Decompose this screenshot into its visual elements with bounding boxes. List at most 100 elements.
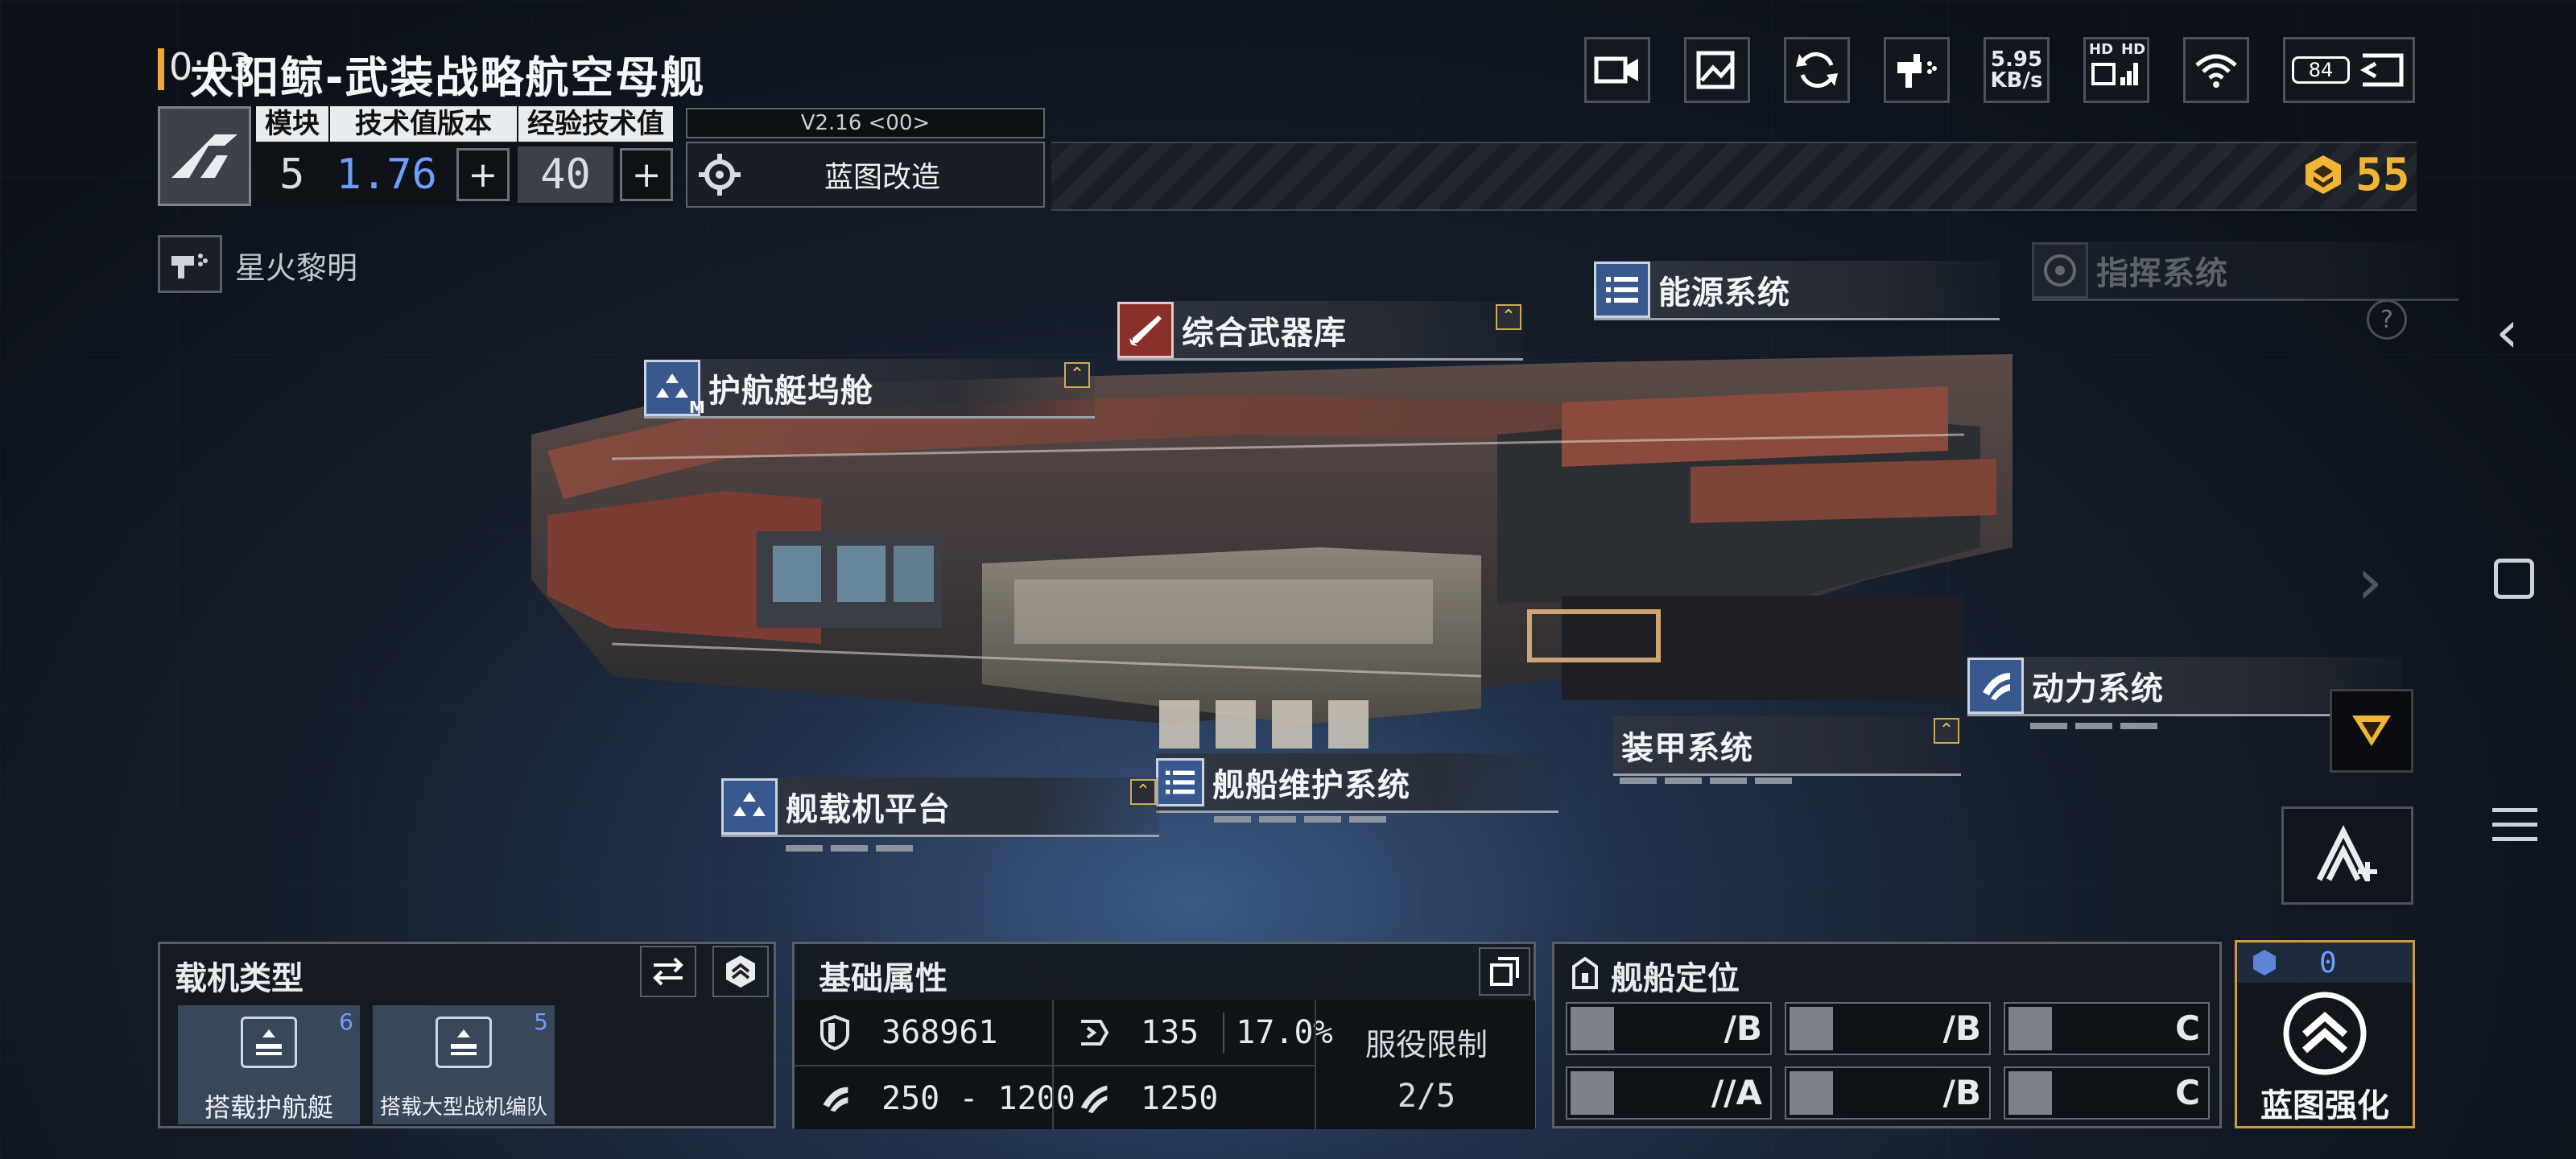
position-grid: /B /B C //A /B C bbox=[1566, 1002, 2210, 1123]
exit-icon bbox=[2359, 53, 2404, 87]
wifi-icon bbox=[2195, 54, 2237, 88]
triangle-down-icon bbox=[2352, 716, 2391, 746]
rating-anti-frigate[interactable]: C bbox=[2004, 1002, 2210, 1055]
enhance-label: 蓝图强化 bbox=[2260, 1087, 2389, 1124]
signal-indicator: HD HD bbox=[2083, 37, 2149, 103]
module-carrier-platform[interactable]: 舰载机平台 bbox=[721, 777, 1159, 837]
armor-system-upgrade-icon: ⌃ bbox=[1934, 718, 1959, 744]
gallery-button[interactable] bbox=[1684, 37, 1750, 103]
anti-capital-icon bbox=[1571, 1071, 1614, 1115]
power-system-slots bbox=[2030, 723, 2157, 729]
blueprint-enhance-button[interactable]: 0 蓝图强化 bbox=[2235, 940, 2415, 1128]
escort-dock-label: 护航艇坞舱 bbox=[708, 372, 873, 410]
armor-chevron-icon bbox=[1081, 1020, 1109, 1046]
ship-position-title: 舰船定位 bbox=[1611, 960, 1740, 997]
armor-system-slots bbox=[1620, 777, 1792, 784]
escort-hangar-icon bbox=[241, 1017, 297, 1068]
ship-position-panel: 舰船定位 /B /B C //A /B C bbox=[1552, 942, 2222, 1128]
warp-speed-icon bbox=[1080, 1085, 1108, 1114]
service-limit-value: 2/5 bbox=[1397, 1078, 1456, 1115]
tech-value-row: 5 1.76 + 40 + bbox=[256, 143, 673, 206]
anti-corvette-icon bbox=[1790, 1007, 1833, 1050]
support-icon bbox=[2008, 1071, 2052, 1115]
blueprint-chip-icon bbox=[2253, 950, 2276, 975]
rating-anti-corvette[interactable]: /B bbox=[1785, 1002, 1991, 1055]
currency-value: 55 bbox=[2355, 148, 2410, 201]
rating-anti-capital[interactable]: //A bbox=[1566, 1066, 1772, 1120]
command-help-icon[interactable]: ? bbox=[2367, 299, 2407, 340]
skin-button[interactable] bbox=[158, 235, 222, 293]
armor-pct: 17.0% bbox=[1236, 1014, 1333, 1051]
photo-gallery-icon bbox=[1696, 51, 1735, 89]
currency-display: 55 bbox=[2302, 148, 2409, 201]
exit-button[interactable]: 84 bbox=[2283, 37, 2415, 103]
hd-badge-1: HD bbox=[2089, 41, 2114, 58]
anti-capital-grade: //A bbox=[1711, 1073, 1762, 1112]
engine-speed-icon bbox=[823, 1087, 848, 1112]
ship-title-accent bbox=[158, 48, 164, 90]
rating-defense[interactable]: /B bbox=[1785, 1066, 1991, 1120]
module-value: 5 bbox=[279, 151, 305, 199]
service-limit-label: 服役限制 bbox=[1364, 1027, 1488, 1062]
module-command-system[interactable]: 指挥系统 bbox=[2032, 241, 2458, 301]
video-record-button[interactable] bbox=[1584, 37, 1650, 103]
module-col-header: 模块 bbox=[256, 106, 328, 142]
blueprint-mod-button[interactable]: 蓝图改造 bbox=[686, 142, 1045, 208]
next-ship-arrow[interactable]: › bbox=[2357, 544, 2383, 619]
expand-window-icon bbox=[1490, 957, 1519, 986]
module-weapon-arsenal[interactable]: 综合武器库 bbox=[1117, 301, 1523, 361]
maintenance-system-label: 舰船维护系统 bbox=[1212, 766, 1410, 804]
tech-version-add-button[interactable]: + bbox=[456, 148, 510, 201]
engine-thrust-icon bbox=[1967, 657, 2024, 714]
header-banner bbox=[1051, 142, 2417, 211]
warp-stat: 1250 bbox=[1076, 1074, 1218, 1123]
base-attributes-title: 基础属性 bbox=[819, 960, 947, 997]
rating-support[interactable]: C bbox=[2004, 1066, 2210, 1120]
paint-gun-icon bbox=[171, 254, 208, 278]
attr-grid-vline-2 bbox=[1315, 1000, 1316, 1129]
defense-grade: /B bbox=[1942, 1073, 1981, 1112]
attr-grid: 368961 135 17.0% 250 - 1200 1250 服役限制 2/… bbox=[795, 1000, 1535, 1129]
paint-skin-button[interactable] bbox=[1884, 37, 1950, 103]
collapse-panel-button[interactable] bbox=[2330, 689, 2413, 773]
enhance-count-row: 0 bbox=[2237, 942, 2413, 983]
nav-home-icon[interactable] bbox=[2494, 559, 2534, 599]
carrier-option-large-fighter[interactable]: 5 搭载大型战机编队 bbox=[373, 1005, 555, 1124]
module-energy-system[interactable]: 能源系统 bbox=[1594, 261, 2000, 320]
power-system-label: 动力系统 bbox=[2032, 670, 2164, 707]
alloy-currency-icon bbox=[2306, 155, 2341, 194]
shield-hp-icon bbox=[820, 1015, 849, 1050]
large-fighter-count: 5 bbox=[534, 1008, 548, 1035]
carrier-option-escort[interactable]: 6 搭载护航艇 bbox=[178, 1005, 360, 1124]
rank-filter-button[interactable] bbox=[712, 946, 769, 997]
chevron-rank-icon bbox=[726, 955, 755, 988]
armor-stat: 135 17.0% bbox=[1076, 1008, 1333, 1057]
escort-option-label: 搭载护航艇 bbox=[204, 1092, 333, 1123]
enhance-chevrons-icon bbox=[2283, 992, 2367, 1075]
battery-icon: 84 bbox=[2292, 56, 2350, 84]
battery-level: 84 bbox=[2308, 59, 2334, 81]
nav-back-icon[interactable]: ‹ bbox=[2496, 298, 2519, 365]
refresh-button[interactable] bbox=[1784, 37, 1850, 103]
swap-button[interactable] bbox=[640, 946, 696, 997]
module-maintenance-system[interactable]: 舰船维护系统 bbox=[1156, 753, 1558, 813]
command-radar-icon bbox=[2032, 241, 2088, 299]
expand-attributes-button[interactable] bbox=[1479, 947, 1530, 996]
net-speed-unit: KB/s bbox=[1990, 68, 2043, 93]
maintenance-list-icon bbox=[1156, 757, 1204, 806]
exp-tech-add-button[interactable]: + bbox=[620, 148, 673, 201]
carrier-platform-icon bbox=[721, 777, 778, 835]
speed-range-value: 250 - 1200 bbox=[881, 1080, 1075, 1117]
rating-anti-fighter[interactable]: /B bbox=[1566, 1002, 1772, 1055]
exp-tech-col-header: 经验技术值 bbox=[518, 106, 673, 142]
hp-stat: 368961 bbox=[819, 1008, 998, 1057]
base-attributes-panel: 基础属性 368961 135 17.0% 250 - 1200 1250 服役… bbox=[792, 942, 1536, 1129]
module-escort-dock[interactable]: 护航艇坞舱 M bbox=[644, 359, 1095, 419]
ship-title: 太阳鲸-武装战略航空母舰 bbox=[190, 52, 706, 103]
maintenance-system-slots bbox=[1214, 816, 1386, 823]
missile-icon bbox=[1117, 301, 1174, 358]
nav-menu-icon[interactable] bbox=[2492, 808, 2537, 841]
module-armor-system[interactable]: 装甲系统 bbox=[1613, 716, 1961, 776]
escort-dock-upgrade-icon: ⌃ bbox=[1064, 362, 1090, 388]
fleet-rank-button[interactable] bbox=[2281, 806, 2413, 905]
